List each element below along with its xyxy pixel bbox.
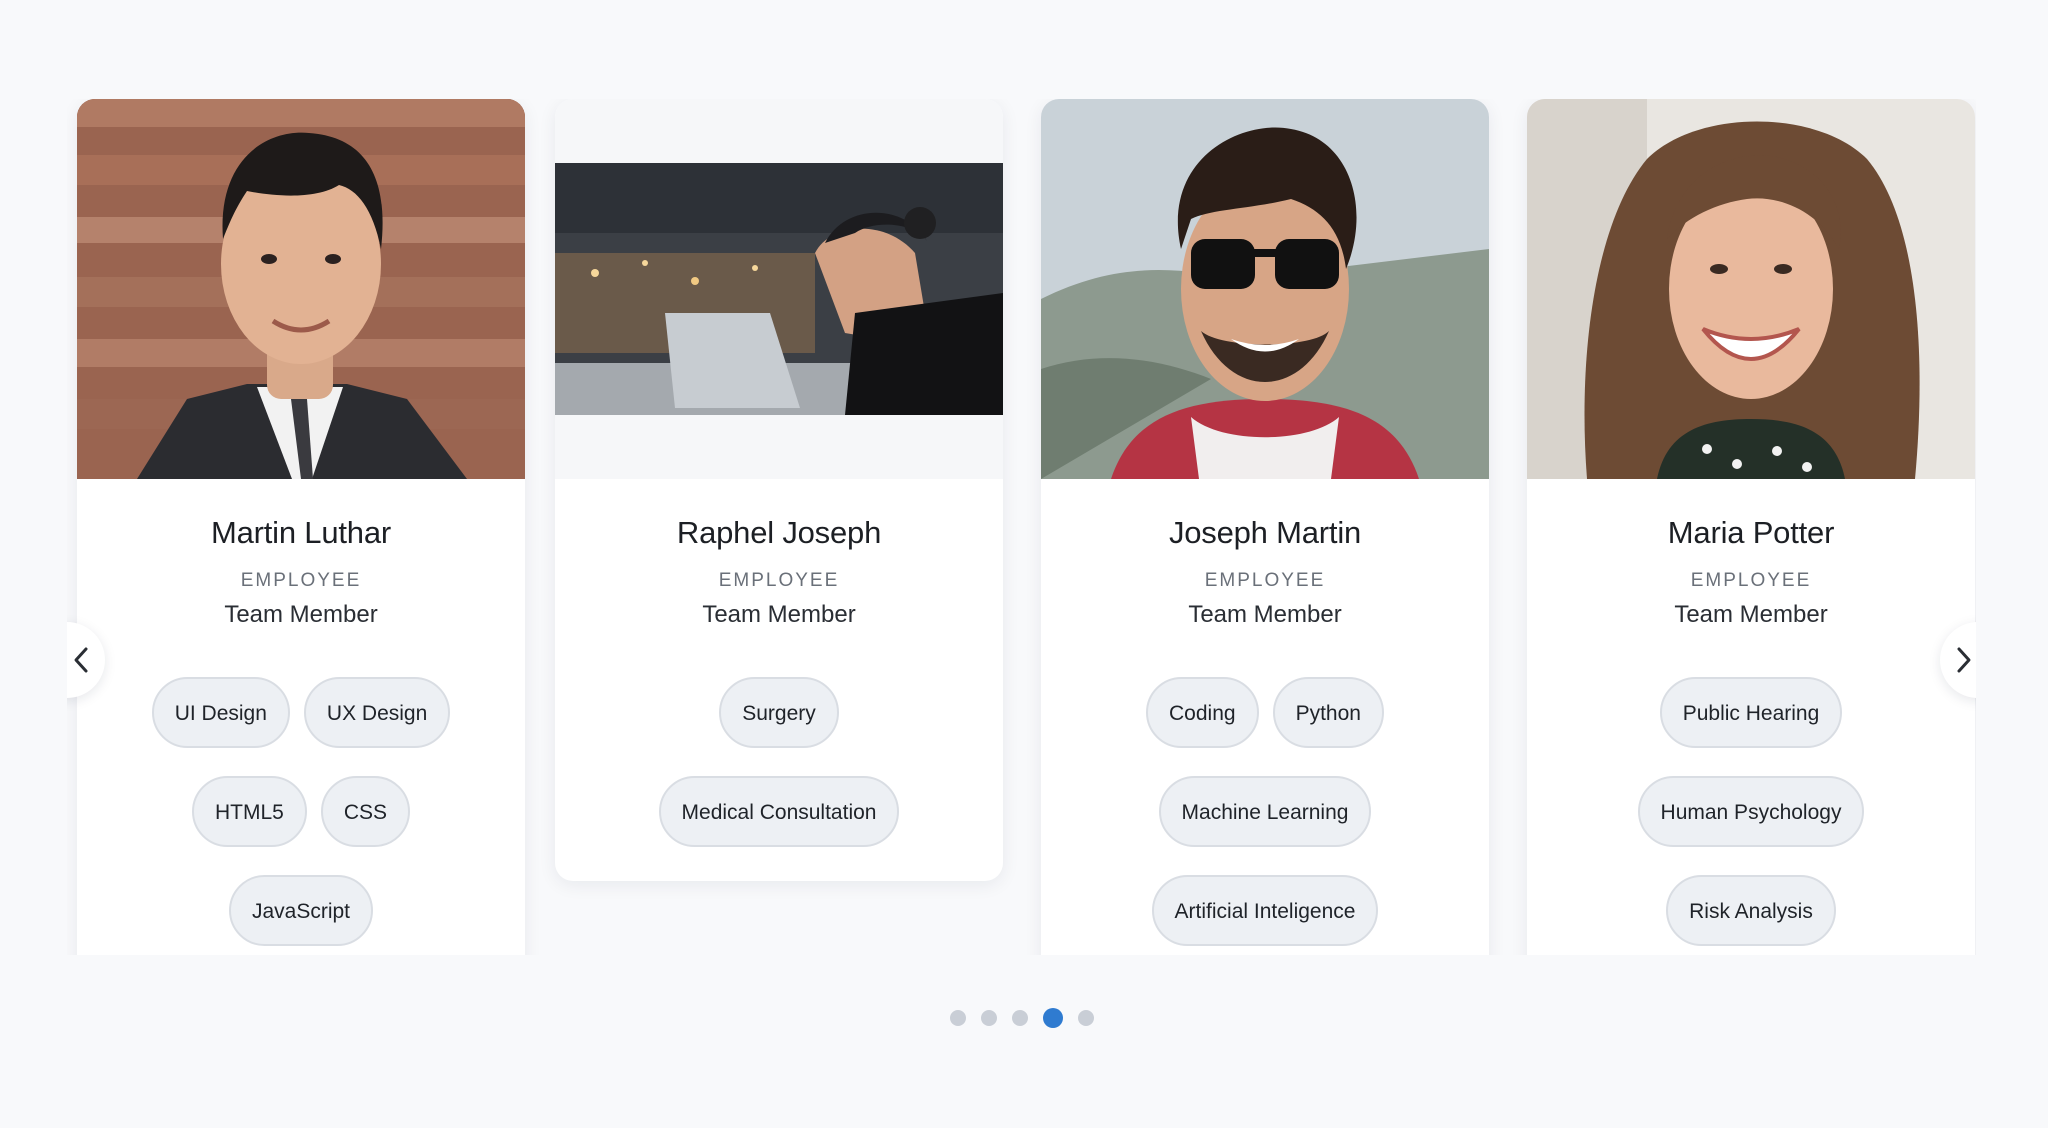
member-title: Team Member <box>1188 601 1342 628</box>
skill-tag[interactable]: JavaScript <box>228 875 374 946</box>
skill-tag[interactable]: Risk Analysis <box>1666 875 1836 946</box>
member-role: EMPLOYEE <box>240 570 362 591</box>
profile-photo <box>555 99 1003 479</box>
skill-tag[interactable]: HTML5 <box>191 776 307 847</box>
profile-photo <box>1041 99 1489 479</box>
skill-tag[interactable]: Surgery <box>719 677 839 748</box>
skill-tag[interactable]: UX Design <box>303 677 451 748</box>
chevron-right-icon <box>1957 647 1971 673</box>
member-title: Team Member <box>1674 601 1828 628</box>
member-role: EMPLOYEE <box>718 570 840 591</box>
skill-tags: UI Design UX Design HTML5 CSS JavaScript <box>107 677 495 946</box>
skill-tags: Coding Python Machine Learning Artificia… <box>1071 677 1459 946</box>
team-carousel: Martin Luthar EMPLOYEE Team Member UI De… <box>67 99 1976 955</box>
team-card: Raphel Joseph EMPLOYEE Team Member Surge… <box>555 99 1003 881</box>
skill-tag[interactable]: CSS <box>320 776 411 847</box>
skill-tags: Surgery Medical Consultation <box>585 677 973 847</box>
member-name: Joseph Martin <box>1168 515 1362 550</box>
skill-tag[interactable]: Machine Learning <box>1158 776 1372 847</box>
profile-photo <box>1527 99 1975 479</box>
member-role: EMPLOYEE <box>1204 570 1326 591</box>
member-name: Maria Potter <box>1667 515 1835 550</box>
skill-tag[interactable]: Python <box>1272 677 1384 748</box>
pagination-dot[interactable] <box>1012 1010 1028 1026</box>
skill-tag[interactable]: Coding <box>1146 677 1259 748</box>
team-card: Maria Potter EMPLOYEE Team Member Public… <box>1527 99 1975 955</box>
pagination-dot[interactable] <box>981 1010 997 1026</box>
skill-tag[interactable]: Human Psychology <box>1637 776 1865 847</box>
skill-tag[interactable]: Artificial Inteligence <box>1151 875 1379 946</box>
member-title: Team Member <box>224 601 378 628</box>
member-name: Raphel Joseph <box>676 515 882 550</box>
pagination-dot[interactable] <box>1078 1010 1094 1026</box>
member-title: Team Member <box>702 601 856 628</box>
skill-tag[interactable]: UI Design <box>151 677 290 748</box>
pagination-dot-active[interactable] <box>1043 1008 1063 1028</box>
pagination-dot[interactable] <box>950 1010 966 1026</box>
member-name: Martin Luthar <box>210 515 392 550</box>
team-card: Martin Luthar EMPLOYEE Team Member UI De… <box>77 99 525 955</box>
skill-tag[interactable]: Medical Consultation <box>658 776 900 847</box>
chevron-left-icon <box>74 647 88 673</box>
team-card: Joseph Martin EMPLOYEE Team Member Codin… <box>1041 99 1489 955</box>
skill-tag[interactable]: Public Hearing <box>1659 677 1843 748</box>
profile-photo <box>77 99 525 479</box>
pagination-dots <box>950 1008 1094 1028</box>
member-role: EMPLOYEE <box>1690 570 1812 591</box>
skill-tags: Public Hearing Human Psychology Risk Ana… <box>1557 677 1945 946</box>
